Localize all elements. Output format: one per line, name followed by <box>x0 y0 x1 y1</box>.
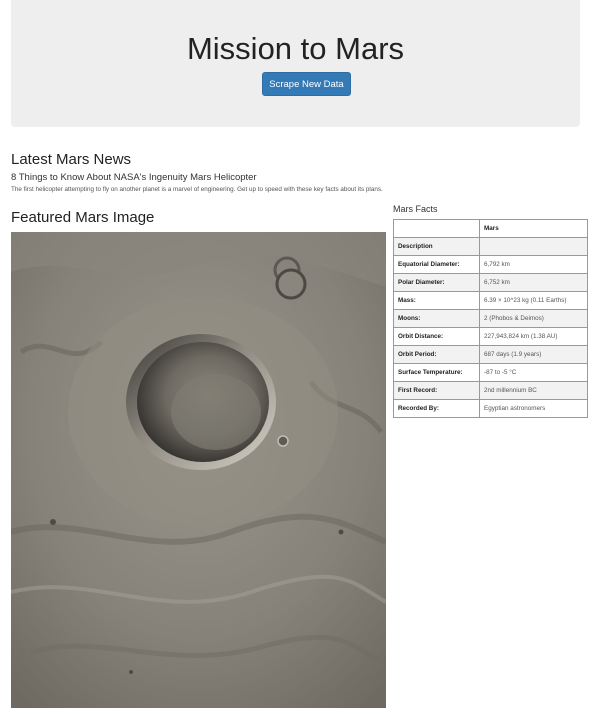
table-row: Equatorial Diameter: 6,792 km <box>393 255 588 274</box>
fact-label: Surface Temperature: <box>393 363 480 382</box>
fact-value: 2nd millennium BC <box>479 381 588 400</box>
page: Mission to Mars Scrape New Data Latest M… <box>0 0 600 714</box>
header-jumbotron: Mission to Mars Scrape New Data <box>11 0 580 127</box>
news-title-link[interactable]: 8 Things to Know About NASA's Ingenuity … <box>11 172 257 183</box>
fact-value <box>479 237 588 256</box>
fact-label: Orbit Distance: <box>393 327 480 346</box>
fact-label: Moons: <box>393 309 480 328</box>
facts-header-mars: Mars <box>479 219 588 238</box>
fact-value: 6,792 km <box>479 255 588 274</box>
table-row: Moons: 2 (Phobos & Deimos) <box>393 309 588 328</box>
crater-illustration <box>11 232 386 708</box>
table-row: First Record: 2nd millennium BC <box>393 381 588 400</box>
fact-value: 2 (Phobos & Deimos) <box>479 309 588 328</box>
fact-value: 227,943,824 km (1.38 AU) <box>479 327 588 346</box>
fact-value: -87 to -5 °C <box>479 363 588 382</box>
page-title: Mission to Mars <box>186 31 405 66</box>
table-row: Surface Temperature: -87 to -5 °C <box>393 363 588 382</box>
table-row: Orbit Distance: 227,943,824 km (1.38 AU) <box>393 327 588 346</box>
fact-label: Orbit Period: <box>393 345 480 364</box>
table-row: Orbit Period: 687 days (1.9 years) <box>393 345 588 364</box>
fact-value: 6.39 × 10^23 kg (0.11 Earths) <box>479 291 588 310</box>
fact-label: First Record: <box>393 381 480 400</box>
featured-image-heading: Featured Mars Image <box>11 209 155 226</box>
fact-label: Equatorial Diameter: <box>393 255 480 274</box>
facts-header-row: Mars <box>393 219 588 238</box>
fact-label: Recorded By: <box>393 399 480 418</box>
scrape-new-data-button[interactable]: Scrape New Data <box>262 72 351 96</box>
table-row: Recorded By: Egyptian astronomers <box>393 399 588 418</box>
table-row: Description <box>393 237 588 256</box>
table-row: Polar Diameter: 6,752 km <box>393 273 588 292</box>
fact-label: Description <box>393 237 480 256</box>
fact-label: Polar Diameter: <box>393 273 480 292</box>
mars-facts-table: Mars Description Equatorial Diameter: 6,7… <box>393 219 588 418</box>
fact-value: 687 days (1.9 years) <box>479 345 588 364</box>
news-teaser: The first helicopter attempting to fly o… <box>11 186 383 193</box>
table-row: Mass: 6.39 × 10^23 kg (0.11 Earths) <box>393 291 588 310</box>
featured-mars-image <box>11 232 386 708</box>
news-heading: Latest Mars News <box>11 151 132 168</box>
fact-label: Mass: <box>393 291 480 310</box>
fact-value: Egyptian astronomers <box>479 399 588 418</box>
mars-facts-heading: Mars Facts <box>393 204 438 214</box>
facts-header-empty <box>393 219 480 238</box>
fact-value: 6,752 km <box>479 273 588 292</box>
